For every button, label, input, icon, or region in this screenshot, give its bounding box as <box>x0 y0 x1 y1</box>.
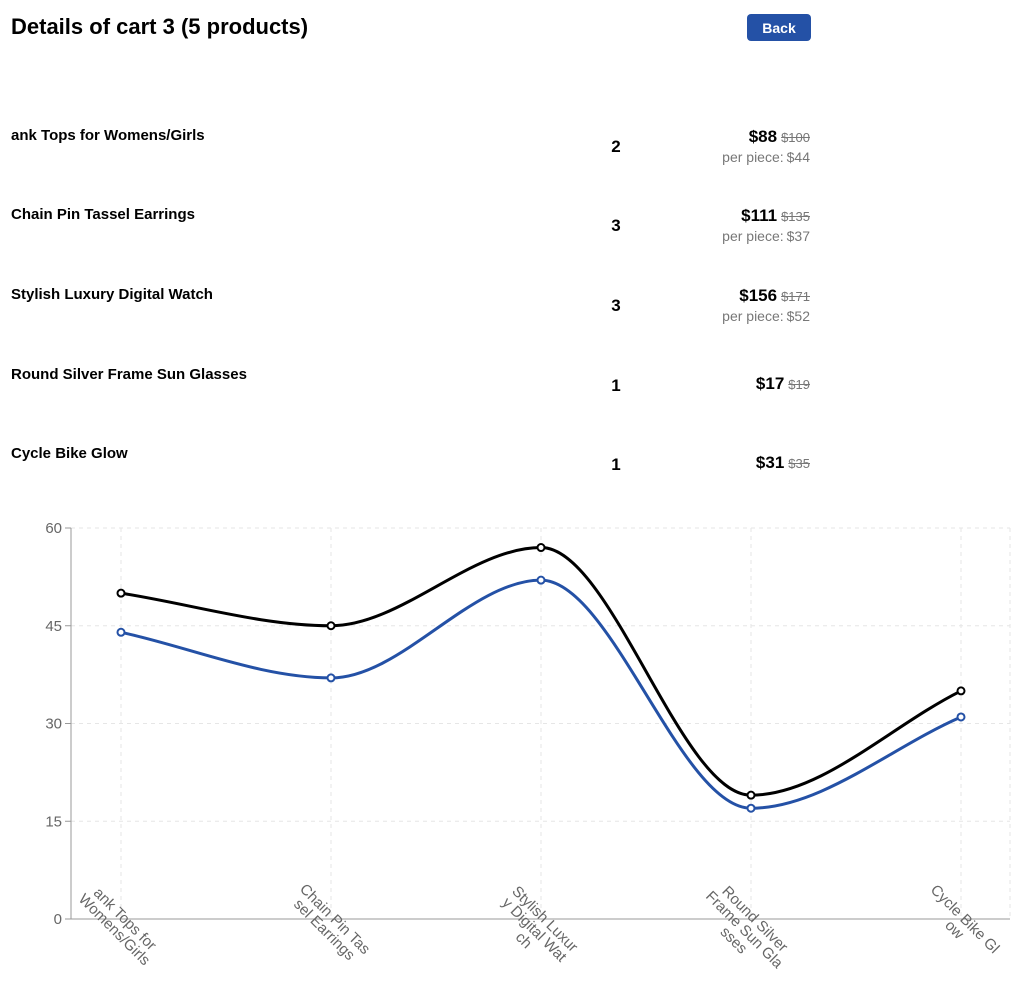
price-original: $35 <box>788 456 810 471</box>
data-point <box>536 575 546 585</box>
chart-svg: 0 15 30 45 60 ank Tops forWomens/Girls Chain P… <box>45 520 1011 983</box>
data-point <box>326 673 336 683</box>
x-tick-label: Cycle Bike Glow <box>916 881 1003 967</box>
x-tick-label-text: ank Tops forWomens/Girls <box>75 880 164 969</box>
x-tick-label: Stylish Luxury Digital Watch <box>487 883 582 977</box>
product-row: Cycle Bike Glow 1 $31 $35 <box>0 444 820 504</box>
per-piece-value: $52 <box>786 308 810 324</box>
y-tick-label: 15 <box>45 813 62 830</box>
product-name: ank Tops for Womens/Girls <box>11 127 205 144</box>
x-tick-label-text: Cycle Bike Glow <box>916 881 1002 967</box>
cart-details-page: Details of cart 3 (5 products) Back ank … <box>0 0 1021 992</box>
data-point <box>746 790 756 800</box>
per-piece-label: per piece: <box>722 308 784 324</box>
x-tick-label-text: Chain Pin Tassel Earrings <box>286 881 374 969</box>
page-title: Details of cart 3 (5 products) <box>11 14 309 39</box>
price-current: $31 <box>755 453 785 472</box>
product-name: Stylish Luxury Digital Watch <box>11 286 213 303</box>
product-name: Cycle Bike Glow <box>11 445 128 462</box>
back-button[interactable]: Back <box>747 14 811 41</box>
y-tick-label: 0 <box>54 911 62 928</box>
per-piece-value: $44 <box>786 149 810 165</box>
price-line-chart: 0 15 30 45 60 ank Tops forWomens/Girls Chain P… <box>0 500 1021 992</box>
y-tick-label: 30 <box>45 716 62 733</box>
x-tick-label: Chain Pin Tassel Earrings <box>286 881 374 969</box>
x-tick-label-text: Stylish Luxury Digital Watch <box>487 883 581 977</box>
per-piece-price: per piece: $52 <box>590 308 810 324</box>
product-price: $31 $35 <box>590 452 810 475</box>
product-name: Chain Pin Tassel Earrings <box>11 206 195 223</box>
per-piece-label: per piece: <box>722 228 784 244</box>
product-price: $156 $171 per piece: $52 <box>590 285 810 324</box>
y-tick-label: 45 <box>45 618 62 635</box>
per-piece-price: per piece: $44 <box>590 149 810 165</box>
price-current: $111 <box>741 206 778 225</box>
x-tick-label: ank Tops forWomens/Girls <box>75 880 164 969</box>
data-point <box>536 543 546 553</box>
y-tick-label: 60 <box>45 520 62 537</box>
x-tick-label-text: Round SilverFrame Sun Glasses <box>692 877 798 983</box>
price-current: $17 <box>755 374 785 393</box>
product-row: Round Silver Frame Sun Glasses 1 $17 $19 <box>0 365 820 425</box>
data-point <box>116 588 126 598</box>
product-price: $111 $135 per piece: $37 <box>590 205 810 244</box>
product-name: Round Silver Frame Sun Glasses <box>11 366 247 383</box>
series-line-2 <box>120 578 962 810</box>
product-row: Chain Pin Tassel Earrings 3 $111 $135 per… <box>0 205 820 265</box>
price-original: $100 <box>781 130 810 145</box>
per-piece-label: per piece: <box>722 149 784 165</box>
product-row: ank Tops for Womens/Girls 2 $88 $100 per … <box>0 126 820 186</box>
data-point <box>746 803 756 813</box>
price-original: $19 <box>788 377 810 392</box>
per-piece-value: $37 <box>786 228 810 244</box>
per-piece-price: per piece: $37 <box>590 228 810 244</box>
data-point <box>956 686 966 696</box>
x-tick-label: Round SilverFrame Sun Glasses <box>692 877 798 983</box>
product-price: $17 $19 <box>590 373 810 396</box>
price-current: $156 <box>739 286 778 305</box>
data-point <box>116 627 126 637</box>
price-original: $171 <box>781 289 810 304</box>
price-current: $88 <box>748 127 778 146</box>
data-point <box>956 712 966 722</box>
price-original: $135 <box>781 209 810 224</box>
product-price: $88 $100 per piece: $44 <box>590 126 810 165</box>
data-point <box>326 621 336 631</box>
product-row: Stylish Luxury Digital Watch 3 $156 $171 … <box>0 285 820 345</box>
